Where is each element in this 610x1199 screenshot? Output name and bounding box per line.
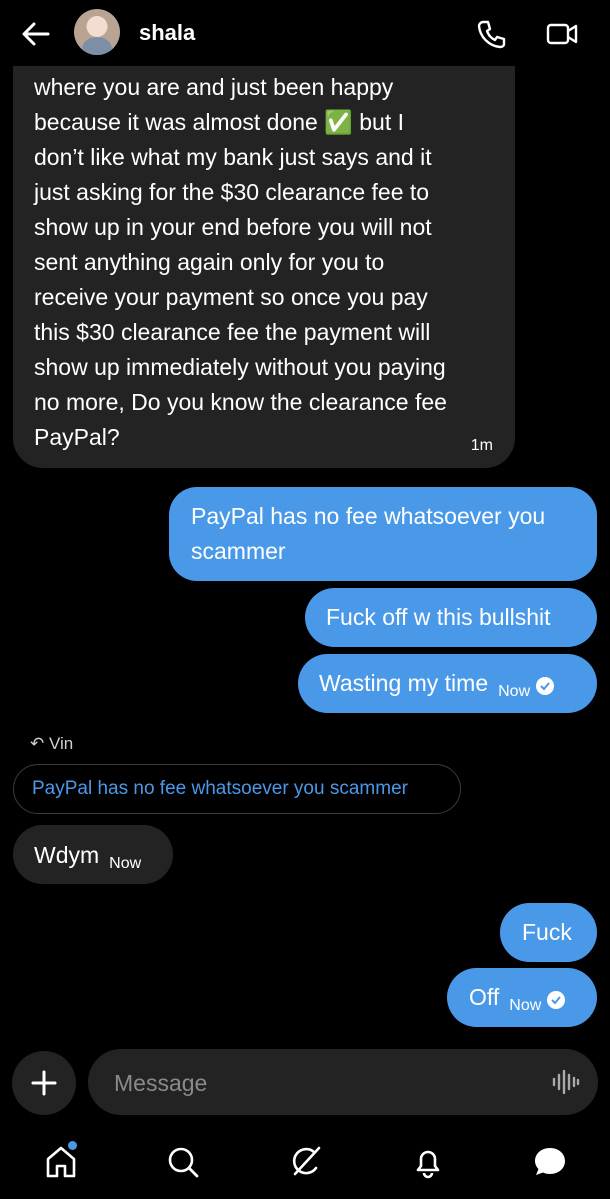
back-arrow-icon[interactable] xyxy=(18,16,54,52)
message-bubble-outgoing[interactable]: PayPal has no fee whatsoever you scammer xyxy=(169,487,597,581)
read-receipt-icon xyxy=(536,677,555,695)
message-text: Fuck off w this bullshit xyxy=(326,604,551,630)
message-bubble-incoming[interactable]: where you are and just been happy becaus… xyxy=(13,40,515,468)
message-composer xyxy=(0,1044,610,1120)
bottom-navigation xyxy=(0,1130,610,1199)
message-bubble-outgoing[interactable]: Fuck xyxy=(500,903,597,962)
voice-message-icon[interactable] xyxy=(552,1069,580,1095)
message-line: scammer xyxy=(191,538,286,564)
message-timestamp: Now xyxy=(109,855,142,872)
avatar[interactable] xyxy=(74,9,120,55)
message-text: Off xyxy=(469,984,500,1010)
message-bubble-incoming[interactable]: Wdym Now xyxy=(13,825,173,884)
quoted-message[interactable]: PayPal has no fee whatsoever you scammer xyxy=(13,764,461,814)
message-text: Wasting my time xyxy=(319,670,489,696)
notification-dot xyxy=(68,1141,77,1150)
reply-arrow-icon: ↶ xyxy=(30,734,45,753)
read-receipt-icon xyxy=(547,991,566,1009)
phone-icon[interactable] xyxy=(475,17,509,51)
message-line: sent anything again only for you to xyxy=(34,249,385,275)
message-text: Fuck xyxy=(522,919,572,945)
message-line: because it was almost done ✅ but I xyxy=(34,109,404,135)
chat-header: shala xyxy=(0,0,610,66)
add-attachment-button[interactable] xyxy=(12,1051,76,1115)
message-line: where you are and just been happy xyxy=(34,74,394,100)
message-line: PayPal? xyxy=(34,424,120,450)
message-bubble-outgoing[interactable]: Wasting my time Now xyxy=(298,654,597,713)
contact-name[interactable]: shala xyxy=(139,20,195,46)
message-line: show up immediately without you paying xyxy=(34,354,446,380)
plus-icon xyxy=(31,1070,57,1096)
message-line: receive your payment so once you pay xyxy=(34,284,428,310)
grok-icon[interactable] xyxy=(286,1142,326,1182)
reply-name: Vin xyxy=(48,734,74,753)
message-timestamp: 1m xyxy=(470,437,493,454)
message-text: Wdym xyxy=(34,842,100,868)
notifications-icon[interactable] xyxy=(408,1142,448,1182)
message-input[interactable] xyxy=(112,1067,516,1099)
message-line: show up in your end before you will not xyxy=(34,214,432,240)
message-timestamp: Now xyxy=(509,997,542,1014)
message-bubble-outgoing[interactable]: Off Now xyxy=(447,968,597,1027)
message-line: just asking for the $30 clearance fee to xyxy=(34,179,430,205)
video-call-icon[interactable] xyxy=(545,17,579,51)
message-line: this $30 clearance fee the payment will xyxy=(34,319,431,345)
message-bubble-outgoing[interactable]: Fuck off w this bullshit xyxy=(305,588,597,647)
message-box[interactable] xyxy=(88,1049,598,1115)
message-line: PayPal has no fee whatsoever you xyxy=(191,503,546,529)
search-icon[interactable] xyxy=(163,1142,203,1182)
message-line: don’t like what my bank just says and it xyxy=(34,144,432,170)
messages-icon[interactable] xyxy=(530,1142,570,1182)
message-line: no more, Do you know the clearance fee xyxy=(34,389,447,415)
message-timestamp: Now xyxy=(498,683,531,700)
reply-indicator: ↶ Vin xyxy=(30,734,73,754)
